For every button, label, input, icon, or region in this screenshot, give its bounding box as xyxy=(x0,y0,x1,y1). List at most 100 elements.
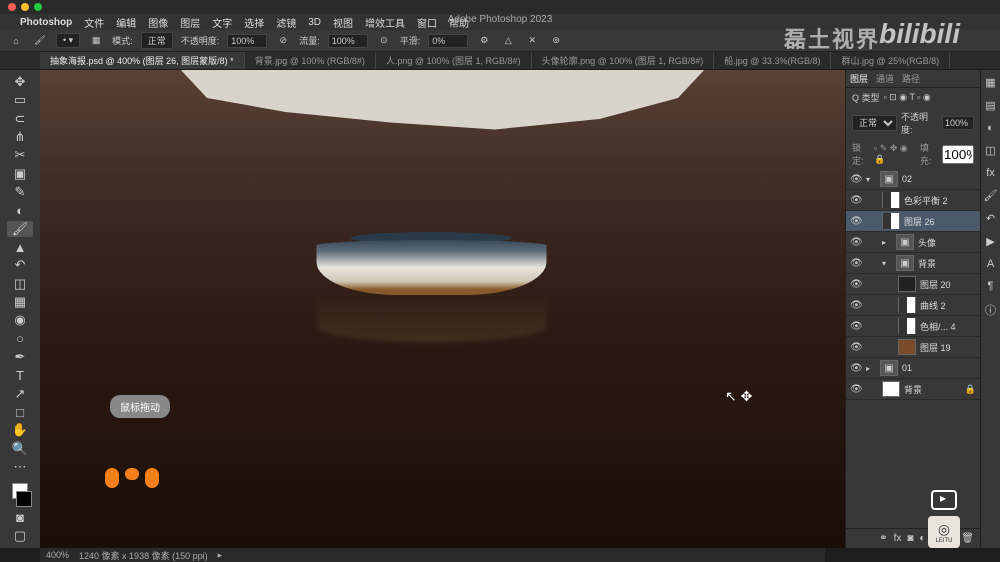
angle-icon[interactable]: △ xyxy=(500,33,516,49)
doc-info-chevron[interactable]: ▸ xyxy=(218,550,223,561)
menu-3d[interactable]: 3D xyxy=(308,17,321,28)
layer-row[interactable]: 👁▸▣头像 xyxy=(846,232,980,253)
layer-row[interactable]: 👁▾▣背景 xyxy=(846,253,980,274)
menu-view[interactable]: 视图 xyxy=(333,15,353,30)
blur-tool[interactable]: ◉ xyxy=(7,312,33,328)
smooth-input[interactable] xyxy=(428,34,468,48)
visibility-icon[interactable]: 👁 xyxy=(850,342,862,353)
layer-opacity-input[interactable] xyxy=(942,116,974,130)
brush-tool[interactable]: 🖌 xyxy=(7,221,33,237)
zoom-tool[interactable]: 🔍 xyxy=(7,441,33,457)
zoom-level[interactable]: 400% xyxy=(46,550,69,560)
dock-history-icon[interactable]: ↶ xyxy=(986,212,995,225)
dock-props-icon[interactable]: ◫ xyxy=(985,144,995,157)
visibility-icon[interactable]: 👁 xyxy=(850,300,862,311)
dock-color-icon[interactable]: ▦ xyxy=(985,76,995,89)
chevron-icon[interactable]: ▸ xyxy=(882,238,892,247)
edit-toolbar[interactable]: ⋯ xyxy=(7,459,33,475)
brush-preset-picker[interactable]: • ▾ xyxy=(56,33,80,48)
path-tool[interactable]: ↗ xyxy=(7,386,33,402)
lock-icons[interactable]: ▫ ✎ ✥ ◉ 🔒 xyxy=(874,143,916,165)
visibility-icon[interactable]: 👁 xyxy=(850,216,862,227)
settings-gear-icon[interactable]: ⚙ xyxy=(476,33,492,49)
stamp-tool[interactable]: ▲ xyxy=(7,239,33,255)
layer-row[interactable]: 👁图层 20 xyxy=(846,274,980,295)
menu-edit[interactable]: 编辑 xyxy=(116,15,136,30)
layer-row[interactable]: 👁图层 26 xyxy=(846,211,980,232)
visibility-icon[interactable]: 👁 xyxy=(850,279,862,290)
canvas[interactable]: 鼠标拖动 ↖ ✥ xyxy=(40,70,845,548)
chevron-icon[interactable]: ▾ xyxy=(882,259,892,268)
dock-styles-icon[interactable]: fx xyxy=(986,167,995,179)
link-icon[interactable]: ⚭ xyxy=(879,533,887,544)
doc-tab[interactable]: 船.jpg @ 33.3%(RGB/8) xyxy=(714,52,831,69)
move-tool[interactable]: ✥ xyxy=(7,74,33,90)
fx-icon[interactable]: fx xyxy=(894,533,902,544)
panel-tab-paths[interactable]: 路径 xyxy=(902,72,920,85)
layer-row[interactable]: 👁色相/... 4 xyxy=(846,316,980,337)
quickmask-toggle[interactable]: ◙ xyxy=(7,509,33,525)
mask-icon[interactable]: ◙ xyxy=(907,533,913,544)
wand-tool[interactable]: ⋔ xyxy=(7,129,33,145)
visibility-icon[interactable]: 👁 xyxy=(850,258,862,269)
dock-char-icon[interactable]: A xyxy=(987,258,994,270)
visibility-icon[interactable]: 👁 xyxy=(850,174,862,185)
lasso-tool[interactable]: ⊂ xyxy=(7,111,33,127)
chevron-icon[interactable]: ▸ xyxy=(866,364,876,373)
dodge-tool[interactable]: ○ xyxy=(7,331,33,347)
home-icon[interactable]: ⌂ xyxy=(8,33,24,49)
menu-window[interactable]: 窗口 xyxy=(417,15,437,30)
blend-mode-select[interactable]: 正常 xyxy=(141,32,173,49)
screen-mode[interactable]: ▢ xyxy=(7,528,33,544)
heal-tool[interactable]: ◐ xyxy=(7,202,33,218)
eraser-tool[interactable]: ◫ xyxy=(7,276,33,292)
visibility-icon[interactable]: 👁 xyxy=(850,195,862,206)
doc-tab[interactable]: 背景.jpg @ 100% (RGB/8#) xyxy=(245,52,376,69)
dock-brushes-icon[interactable]: 🖌 xyxy=(984,189,998,202)
layer-fill-input[interactable] xyxy=(942,145,974,164)
background-swatch[interactable] xyxy=(16,491,32,507)
eyedropper-tool[interactable]: ✎ xyxy=(7,184,33,200)
doc-tab-active[interactable]: 抽象海报.psd @ 400% (图层 26, 图层蒙版/8) * xyxy=(40,52,245,69)
symmetry-icon[interactable]: ✕ xyxy=(524,33,540,49)
pressure-size-icon[interactable]: ⊚ xyxy=(548,33,564,49)
dock-swatches-icon[interactable]: ▤ xyxy=(985,99,995,112)
panel-tab-channels[interactable]: 通道 xyxy=(876,72,894,85)
layer-row[interactable]: 👁曲线 2 xyxy=(846,295,980,316)
menu-layer[interactable]: 图层 xyxy=(180,15,200,30)
dock-actions-icon[interactable]: ▶ xyxy=(986,235,994,248)
visibility-icon[interactable]: 👁 xyxy=(850,363,862,374)
menu-plugins[interactable]: 增效工具 xyxy=(365,15,405,30)
doc-tab[interactable]: 人.png @ 100% (图层 1, RGB/8#) xyxy=(376,52,532,69)
shape-tool[interactable]: □ xyxy=(7,404,33,420)
flow-input[interactable] xyxy=(328,34,368,48)
layer-row[interactable]: 👁色彩平衡 2 xyxy=(846,190,980,211)
dock-adjust-icon[interactable]: ◐ xyxy=(987,122,994,134)
mac-minimize-button[interactable] xyxy=(21,3,29,11)
doc-tab[interactable]: 群山.jpg @ 25%(RGB/8) xyxy=(831,52,950,69)
dock-para-icon[interactable]: ¶ xyxy=(988,280,994,292)
visibility-icon[interactable]: 👁 xyxy=(850,237,862,248)
pressure-opacity-icon[interactable]: ⊘ xyxy=(275,33,291,49)
history-brush-tool[interactable]: ↶ xyxy=(7,257,33,273)
chevron-icon[interactable]: ▾ xyxy=(866,175,876,184)
dock-info-icon[interactable]: ⓘ xyxy=(985,302,996,318)
layer-row[interactable]: 👁▸▣01 xyxy=(846,358,980,379)
gradient-tool[interactable]: ▦ xyxy=(7,294,33,310)
menu-text[interactable]: 文字 xyxy=(212,15,232,30)
menu-filter[interactable]: 滤镜 xyxy=(276,15,296,30)
visibility-icon[interactable]: 👁 xyxy=(850,321,862,332)
layer-blend-mode[interactable]: 正常 xyxy=(852,115,897,131)
crop-tool[interactable]: ✂ xyxy=(7,147,33,163)
mac-maximize-button[interactable] xyxy=(34,3,42,11)
pen-tool[interactable]: ✒ xyxy=(7,349,33,365)
layer-row[interactable]: 👁▾▣02 xyxy=(846,169,980,190)
menu-file[interactable]: 文件 xyxy=(84,15,104,30)
brush-tool-icon[interactable]: 🖌 xyxy=(32,33,48,49)
hand-tool[interactable]: ✋ xyxy=(7,422,33,438)
type-tool[interactable]: T xyxy=(7,367,33,383)
airbrush-icon[interactable]: ⊙ xyxy=(376,33,392,49)
marquee-tool[interactable]: ▭ xyxy=(7,92,33,108)
layer-row[interactable]: 👁图层 19 xyxy=(846,337,980,358)
frame-tool[interactable]: ▣ xyxy=(7,166,33,182)
